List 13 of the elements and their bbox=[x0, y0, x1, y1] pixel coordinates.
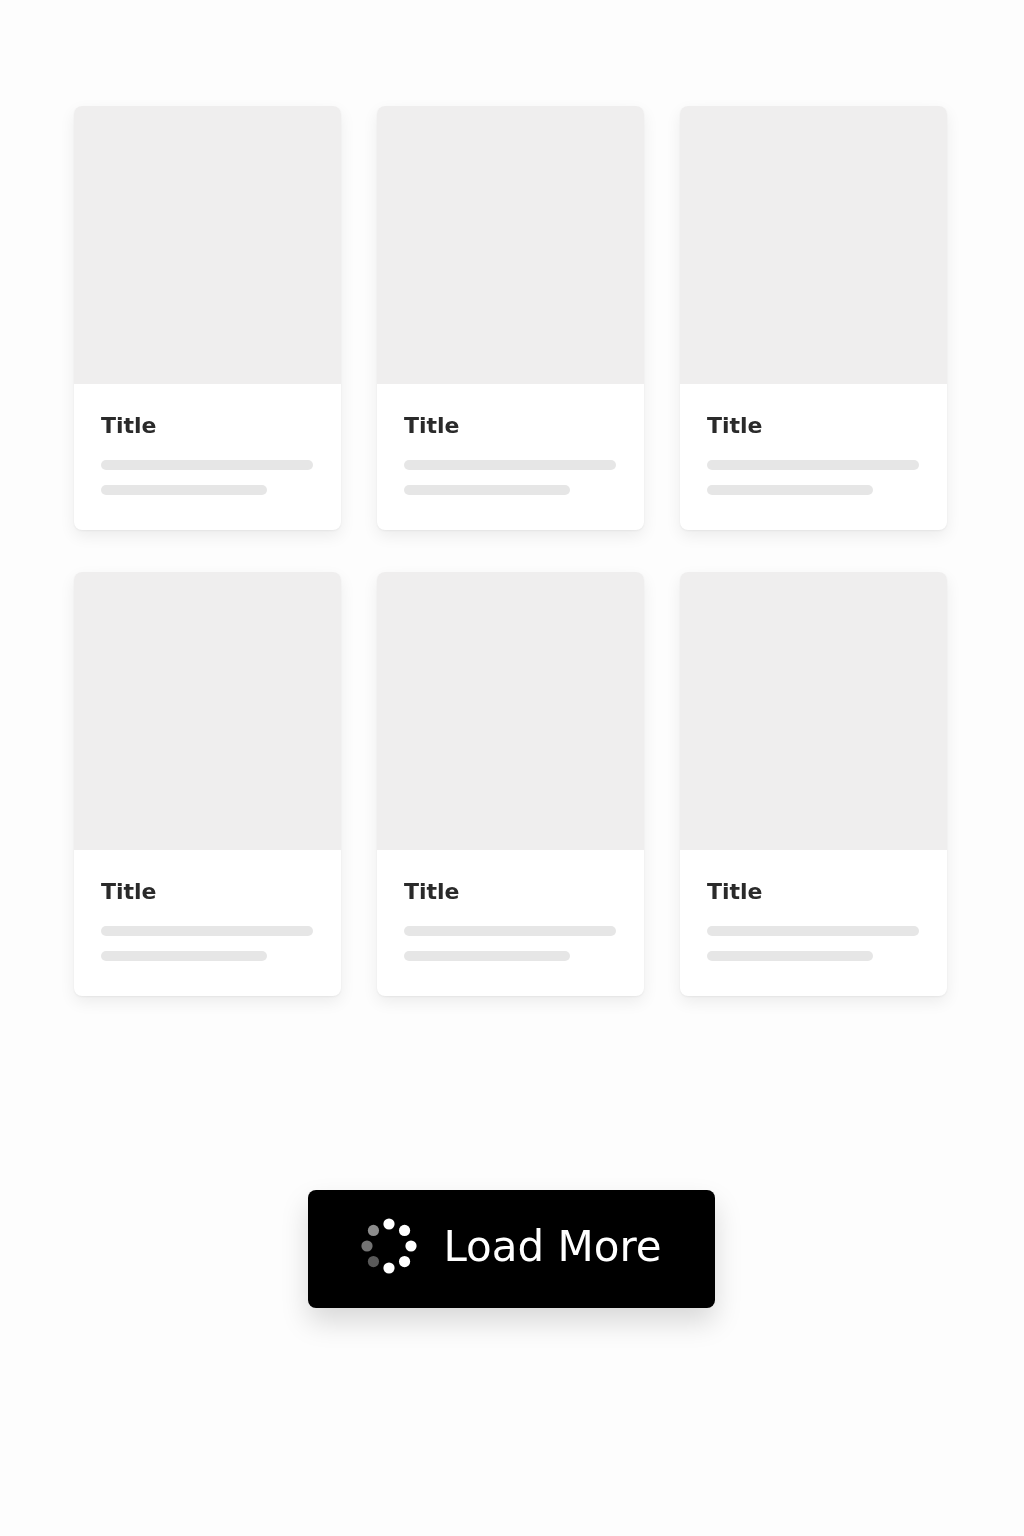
card[interactable]: Title bbox=[74, 106, 341, 530]
card[interactable]: Title bbox=[377, 106, 644, 530]
card-title: Title bbox=[101, 878, 158, 906]
card-title: Title bbox=[404, 412, 461, 440]
card[interactable]: Title bbox=[377, 572, 644, 996]
card-title: Title bbox=[707, 878, 764, 906]
card-title: Title bbox=[707, 412, 764, 440]
card[interactable]: Title bbox=[74, 572, 341, 996]
card[interactable]: Title bbox=[680, 572, 947, 996]
card-title: Title bbox=[404, 878, 461, 906]
load-more-button[interactable]: Load More bbox=[308, 1190, 715, 1308]
card-title: Title bbox=[101, 412, 158, 440]
card[interactable]: Title bbox=[680, 106, 947, 530]
